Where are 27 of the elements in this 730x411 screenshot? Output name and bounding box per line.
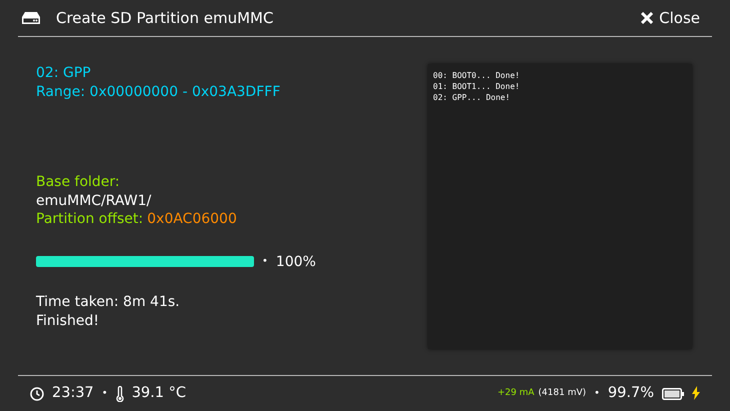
partition-range: Range: 0x00000000 - 0x03A3DFFF [36,84,280,100]
close-button[interactable]: Close [641,6,700,30]
battery-percent: 99.7% [608,384,654,403]
base-folder-label: Base folder: [36,174,120,190]
clock-time: 23:37 [52,384,94,403]
window-title: Create SD Partition emuMMC [56,8,274,29]
separator-dot: • [262,254,268,268]
temperature: 39.1 °C [132,384,186,403]
battery-icon [662,388,684,400]
battery-voltage: (4181 mV) [538,386,586,400]
thermometer-icon [116,386,124,402]
offset-value: 0x0AC06000 [147,210,237,228]
offset-label: Partition offset: [36,210,144,228]
status-message: Finished! [36,312,99,328]
battery-current: +29 mA [498,386,534,400]
base-folder-path: emuMMC/RAW1/ [36,192,152,208]
status-message: Time taken: 8m 41s. [36,294,180,310]
partition-name: 02: GPP [36,65,91,81]
progress-percent: 100% [276,252,316,271]
close-icon [641,12,654,24]
separator-dot: • [594,387,600,401]
drive-icon [22,12,40,24]
clock-icon [30,386,44,400]
log-line: 01: BOOT1... Done! [433,82,520,91]
log-line: 00: BOOT0... Done! [433,71,520,80]
log-line: 02: GPP... Done! [433,93,510,102]
separator-dot: • [102,387,108,401]
